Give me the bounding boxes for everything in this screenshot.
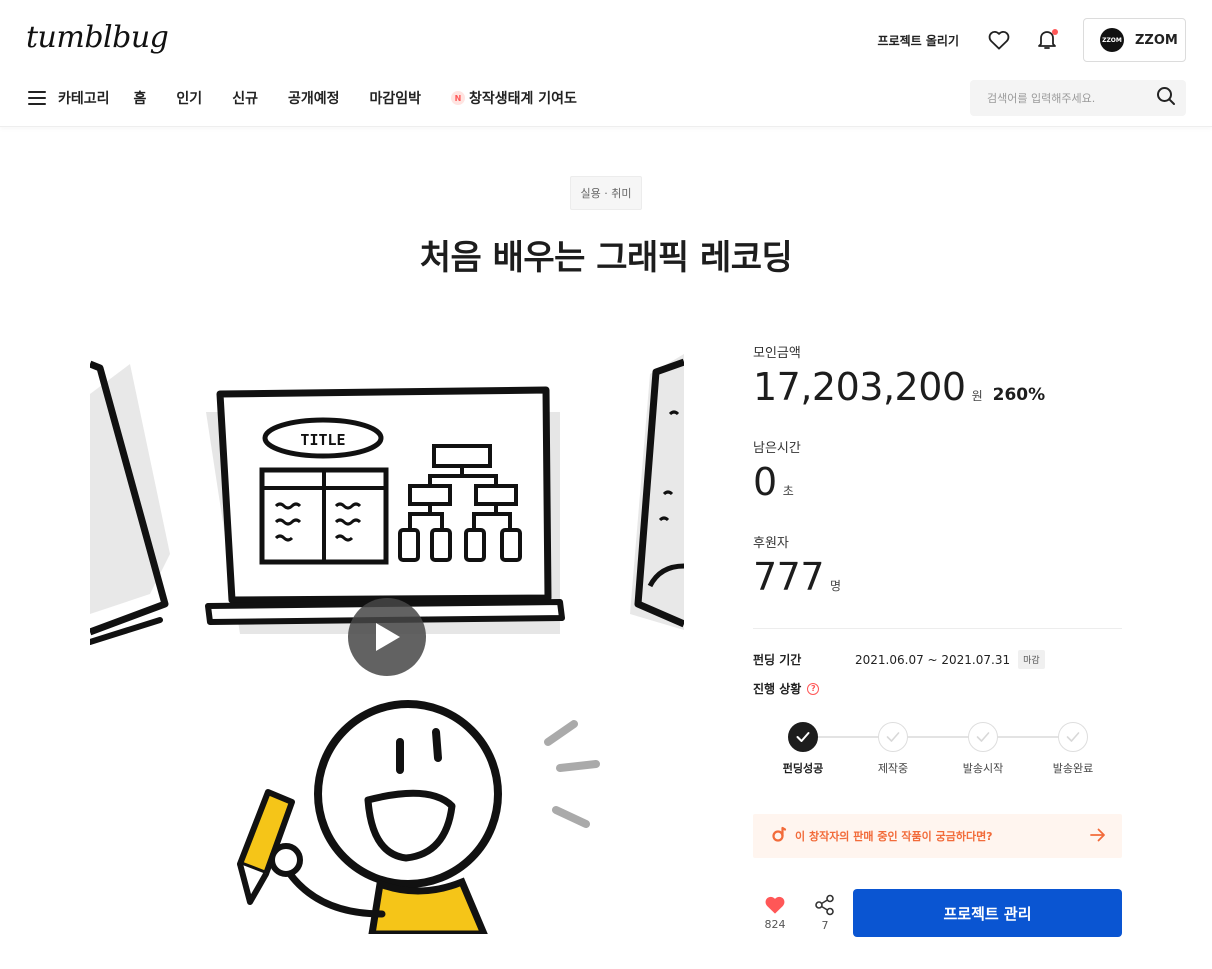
bell-icon[interactable] <box>1035 28 1059 52</box>
play-button[interactable] <box>348 598 426 676</box>
step-shipping-started: 발송시작 <box>943 722 1023 776</box>
amount-label: 모인금액 <box>753 346 801 361</box>
creator-store-text: 이 창작자의 판매 중인 작품이 궁금하다면? <box>795 830 993 843</box>
step-label: 발송시작 <box>962 762 1004 775</box>
amount-unit: 원 <box>971 389 983 403</box>
site-header: tumblbug 프로젝트 올리기 ZZOM ZZOM 카테고리 홈 인기 신규… <box>0 0 1212 127</box>
funding-period-value: 2021.06.07 ~ 2021.07.31 <box>855 652 1011 667</box>
arrow-right-icon <box>1090 827 1106 846</box>
creator-store-banner[interactable]: 이 창작자의 판매 중인 작품이 궁금하다면? <box>753 814 1122 858</box>
notification-dot <box>1052 29 1058 35</box>
check-icon <box>788 722 818 752</box>
step-in-production: 제작중 <box>853 722 933 776</box>
funding-period-label: 펀딩 기간 <box>753 653 802 667</box>
backers-unit: 명 <box>830 579 842 593</box>
thumbnail-title-text: TITLE <box>300 431 345 449</box>
like-button[interactable]: 824 <box>753 895 797 931</box>
funding-percent: 260% <box>992 385 1046 405</box>
profile-button[interactable]: ZZOM ZZOM <box>1083 18 1186 62</box>
hamburger-icon <box>28 91 46 105</box>
step-label: 펀딩성공 <box>782 762 824 775</box>
share-icon <box>815 894 834 916</box>
play-icon <box>376 623 400 651</box>
amount-value: 17,203,200 <box>753 365 966 409</box>
time-label: 남은시간 <box>753 441 801 456</box>
manage-project-button[interactable]: 프로젝트 관리 <box>853 889 1122 937</box>
backers-label: 후원자 <box>753 536 789 551</box>
nav-category-label: 카테고리 <box>58 91 110 107</box>
profile-name: ZZOM <box>1135 32 1178 48</box>
step-funding-success: 펀딩성공 <box>763 722 843 776</box>
share-count: 7 <box>821 919 829 932</box>
nav-item-ecosystem-label: 창작생태계 기여도 <box>469 91 577 107</box>
site-logo[interactable]: tumblbug <box>26 20 169 55</box>
time-stat: 남은시간 0 초 <box>753 437 1122 532</box>
heart-icon <box>765 896 785 914</box>
progress-steps: 펀딩성공 제작중 발송시작 발송완료 <box>753 722 1122 782</box>
backers-stat: 후원자 777 명 <box>753 532 1122 627</box>
backers-value: 777 <box>753 555 825 599</box>
check-icon <box>968 722 998 752</box>
status-badge: 마감 <box>1018 650 1045 669</box>
progress-status-row: 진행 상황 ? <box>753 680 820 697</box>
page-title: 처음 배우는 그래픽 레코딩 <box>419 238 793 278</box>
nav-item-ecosystem[interactable]: N 창작생태계 기여도 <box>451 88 577 108</box>
step-label: 발송완료 <box>1052 762 1094 775</box>
nav-item-home[interactable]: 홈 <box>134 88 147 108</box>
store-logo-icon <box>771 826 787 846</box>
help-icon[interactable]: ? <box>807 682 820 695</box>
share-button[interactable]: 7 <box>803 894 847 932</box>
main-nav: 카테고리 홈 인기 신규 공개예정 마감임박 N 창작생태계 기여도 <box>28 86 607 110</box>
nav-item-closing-soon[interactable]: 마감임박 <box>369 88 421 108</box>
like-count: 824 <box>764 918 786 931</box>
avatar: ZZOM <box>1100 28 1124 52</box>
divider <box>753 628 1122 629</box>
funding-stats: 모인금액 17,203,200 원 260% 남은시간 0 초 후원자 777 … <box>753 342 1122 627</box>
header-actions: 프로젝트 올리기 ZZOM ZZOM <box>878 18 1186 62</box>
category-tag[interactable]: 실용 · 취미 <box>570 176 642 210</box>
nav-item-upcoming[interactable]: 공개예정 <box>288 88 340 108</box>
time-unit: 초 <box>782 484 794 498</box>
upload-project-link[interactable]: 프로젝트 올리기 <box>878 32 959 49</box>
project-actions: 824 7 프로젝트 관리 <box>753 888 1122 938</box>
nav-item-popular[interactable]: 인기 <box>176 88 202 108</box>
nav-item-new[interactable]: 신규 <box>232 88 258 108</box>
search-input[interactable] <box>987 91 1147 105</box>
search-box <box>970 80 1186 116</box>
new-badge: N <box>451 91 466 105</box>
progress-status-label: 진행 상황 <box>753 682 802 696</box>
check-icon <box>1058 722 1088 752</box>
nav-category[interactable]: 카테고리 <box>28 88 110 108</box>
check-icon <box>878 722 908 752</box>
step-label: 제작중 <box>877 762 909 775</box>
time-value: 0 <box>753 460 777 504</box>
funding-period-row: 펀딩 기간 2021.06.07 ~ 2021.07.31 마감 <box>753 650 1045 669</box>
search-icon[interactable] <box>1156 86 1176 110</box>
heart-icon[interactable] <box>987 28 1011 52</box>
step-shipping-complete: 발송완료 <box>1033 722 1113 776</box>
amount-stat: 모인금액 17,203,200 원 260% <box>753 342 1122 437</box>
